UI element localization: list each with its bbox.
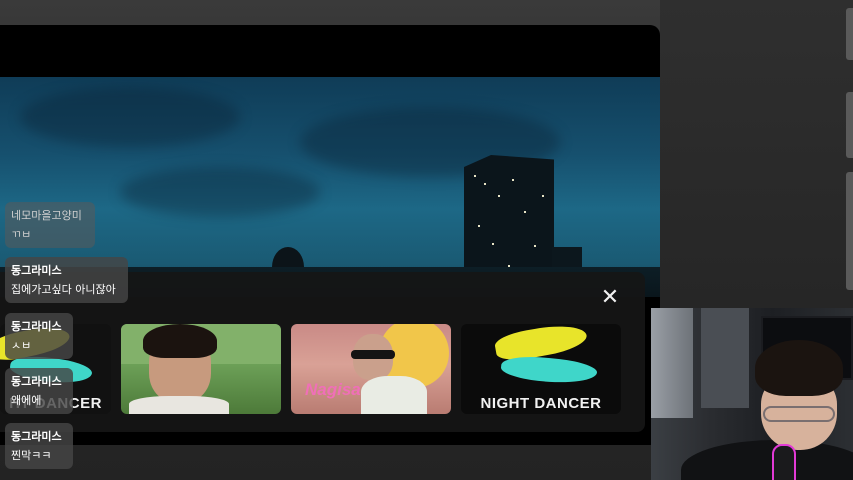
chat-nickname: 동그라미스	[11, 430, 62, 443]
recommended-video-4[interactable]: NIGHT DANCER	[461, 324, 621, 414]
chat-message: 동그라미스 ㅅㅂ	[5, 313, 73, 359]
close-icon[interactable]: ✕	[598, 286, 622, 310]
right-panel	[660, 0, 853, 308]
recommended-video-2[interactable]	[121, 324, 281, 414]
microphone	[772, 444, 796, 480]
chat-nickname: 동그라미스	[11, 264, 62, 277]
edge-tab-top[interactable]	[846, 8, 853, 60]
glasses	[763, 406, 835, 422]
chat-text: ㅅㅂ	[11, 339, 32, 352]
edge-tab-middle[interactable]	[846, 92, 853, 158]
chat-message: 네모마을고양미 ㄲㅂ	[5, 202, 95, 248]
chat-nickname: 네모마을고양미	[11, 209, 82, 222]
chat-nickname: 동그라미스	[11, 375, 62, 388]
chat-text: 왜에에	[11, 394, 42, 407]
chat-text: 찐막ㅋㅋ	[11, 449, 52, 462]
thumbnail-caption: NIGHT DANCER	[480, 395, 602, 412]
webcam-overlay	[651, 308, 853, 480]
chat-text: 집에가고싶다 아니잖아	[11, 283, 116, 296]
chat-message: 동그라미스 왜에에	[5, 368, 73, 414]
streamer	[669, 328, 853, 480]
chat-text: ㄲㅂ	[11, 228, 32, 241]
edge-tab-lower[interactable]	[846, 172, 853, 290]
thumbnail-caption: Nagisa	[305, 380, 361, 399]
recommended-video-3[interactable]: Nagisa	[291, 324, 451, 414]
chat-message: 동그라미스 집에가고싶다 아니잖아	[5, 257, 128, 303]
chat-nickname: 동그라미스	[11, 320, 62, 333]
chat-message: 동그라미스 찐막ㅋㅋ	[5, 423, 73, 469]
